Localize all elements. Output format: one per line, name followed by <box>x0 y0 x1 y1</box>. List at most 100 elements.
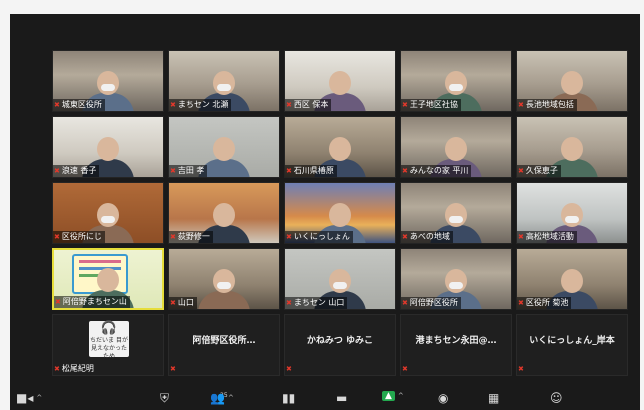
face-mask <box>101 216 115 223</box>
participant-tile[interactable]: ✖ いくにっしょん <box>284 182 396 244</box>
person-head <box>329 71 351 95</box>
security-shield-button[interactable]: ⛨ <box>160 391 169 406</box>
participants-button[interactable]: 👥 ^ <box>210 391 234 405</box>
participant-tile[interactable]: かねみつ ゆみこ ✖ <box>284 314 396 376</box>
face-mask <box>449 216 463 223</box>
participant-display-name: 阿倍野区役所… <box>192 335 256 346</box>
participant-tile[interactable]: ✖ 石川県椿原 <box>284 116 396 178</box>
person-head <box>213 203 235 227</box>
muted-mic-icon: ✖ <box>54 101 60 109</box>
person-head <box>329 137 351 161</box>
participant-name-label: ✖ 石川県椿原 <box>285 165 337 177</box>
reactions-button[interactable]: ☺ <box>550 391 563 405</box>
participant-name: 久保恵子 <box>525 166 558 175</box>
participant-name: 松尾紀明 <box>61 364 94 373</box>
participant-tile[interactable]: ✖ 阿倍野区役所 <box>400 248 512 310</box>
participant-name: まちセン 山口 <box>293 298 345 307</box>
face-mask <box>101 84 115 91</box>
meeting-toolbar: 25 ■◂ ^ ⛨ 👥 ^ ▮▮ ▬ ▲ ^ ◉ ▦ ☺ <box>10 384 640 410</box>
participant-name-label: ✖ 山口 <box>169 297 197 309</box>
phone-card-text: ちだいま 目が見えなかったため <box>90 337 128 360</box>
participant-tile[interactable]: ✖ みんなの家 平川 <box>400 116 512 178</box>
muted-mic-icon: ✖ <box>286 101 292 109</box>
muted-mic-icon: ✖ <box>518 233 524 241</box>
muted-mic-icon: ✖ <box>518 299 524 307</box>
chevron-up-icon[interactable]: ^ <box>36 394 42 402</box>
participants-icon: 👥 <box>210 391 225 405</box>
muted-mic-icon: ✖ <box>402 101 408 109</box>
participant-tile[interactable]: ✖ まちセン 山口 <box>284 248 396 310</box>
breakout-rooms-button[interactable]: ▦ <box>488 391 499 405</box>
face-mask <box>565 216 579 223</box>
participant-name: いくにっしょん <box>293 232 350 241</box>
face-mask <box>333 282 347 289</box>
participant-name-label: ✖ 西区 保本 <box>285 99 332 111</box>
participant-name-label: ✖ いくにっしょん <box>285 231 353 243</box>
person-head <box>561 71 583 95</box>
person-head <box>445 137 467 161</box>
polls-button[interactable]: ▮▮ <box>282 391 295 405</box>
participant-tile[interactable]: ✖ 長池地域包括 <box>516 50 628 112</box>
chevron-up-icon[interactable]: ^ <box>228 394 234 402</box>
participant-tile[interactable]: ✖ 王子地区社協 <box>400 50 512 112</box>
participant-display-name: いくにっしょん_岸本 <box>529 335 615 346</box>
person-head <box>97 268 119 292</box>
person-head <box>213 71 235 95</box>
participant-tile[interactable]: 阿倍野区役所… ✖ <box>168 314 280 376</box>
participant-tile[interactable]: ✖ あべの地域 <box>400 182 512 244</box>
muted-mic-icon: ✖ <box>518 167 524 175</box>
muted-mic-icon: ✖ <box>54 233 60 241</box>
participant-tile[interactable]: ✖ 城東区役所 <box>52 50 164 112</box>
muted-mic-icon: ✖ <box>54 365 60 373</box>
participant-tile[interactable]: ✖ 久保恵子 <box>516 116 628 178</box>
participant-name-label: ✖ <box>285 363 297 375</box>
participant-tile[interactable]: ✖ 吉田 孝 <box>168 116 280 178</box>
participant-tile[interactable]: ✖ 区役所 菊池 <box>516 248 628 310</box>
participant-tile[interactable]: ✖ まちセン 北瀬 <box>168 50 280 112</box>
face-mask <box>449 84 463 91</box>
participant-name-label: ✖ まちセン 北瀬 <box>169 99 232 111</box>
person-head <box>97 71 119 95</box>
participant-tile[interactable]: ✖ 高松地域活動 <box>516 182 628 244</box>
participant-name: まちセン 北瀬 <box>177 100 229 109</box>
record-icon: ◉ <box>438 391 449 405</box>
chat-button[interactable]: ▬ <box>336 391 347 405</box>
participant-name: 区役所 菊池 <box>525 298 569 307</box>
participant-name-label: ✖ <box>401 363 413 375</box>
participant-name-label: ✖ <box>517 363 529 375</box>
headset-icon: 🎧 <box>100 321 118 336</box>
participant-tile[interactable]: ✖ 浪速 香子 <box>52 116 164 178</box>
participant-tile[interactable]: いくにっしょん_岸本 ✖ <box>516 314 628 376</box>
person-head <box>561 269 583 293</box>
participant-name-label: ✖ 区役所 菊池 <box>517 297 572 309</box>
participant-name: みんなの家 平川 <box>409 166 469 175</box>
muted-mic-icon: ✖ <box>402 233 408 241</box>
participant-name: 山口 <box>177 298 194 307</box>
participant-name-label: ✖ <box>169 363 181 375</box>
participant-name: 吉田 孝 <box>177 166 205 175</box>
share-screen-button[interactable]: ▲ ^ <box>382 391 404 401</box>
muted-mic-icon: ✖ <box>286 299 292 307</box>
participant-tile[interactable]: ✖ 山口 <box>168 248 280 310</box>
muted-mic-icon: ✖ <box>402 365 408 373</box>
face-mask <box>217 84 231 91</box>
muted-mic-icon: ✖ <box>286 167 292 175</box>
participant-name: 高松地域活動 <box>525 232 574 241</box>
participant-name-label: ✖ 浪速 香子 <box>53 165 100 177</box>
participant-tile[interactable]: ✖ 荻野修一 <box>168 182 280 244</box>
person-head <box>213 137 235 161</box>
participant-tile[interactable]: 港まちセン永田@… ✖ <box>400 314 512 376</box>
participant-tile[interactable]: 🎧 ちだいま 目が見えなかったため ✖ 松尾紀明 <box>52 314 164 376</box>
participant-name: 石川県椿原 <box>293 166 334 175</box>
participant-tile[interactable]: ✖ 区役所にじ <box>52 182 164 244</box>
chat-icon: ▬ <box>336 391 348 405</box>
participant-name: 荻野修一 <box>177 232 210 241</box>
video-camera-button[interactable]: ■◂ ^ <box>16 391 42 405</box>
participant-tile[interactable]: ✖ 西区 保本 <box>284 50 396 112</box>
chevron-up-icon[interactable]: ^ <box>398 392 404 400</box>
face-mask <box>217 282 231 289</box>
participant-tile[interactable]: ✖ 阿倍野まちセン山 <box>52 248 164 310</box>
record-button[interactable]: ◉ <box>438 391 448 405</box>
share-screen-icon: ▲ <box>382 391 395 401</box>
person-head <box>561 203 583 227</box>
